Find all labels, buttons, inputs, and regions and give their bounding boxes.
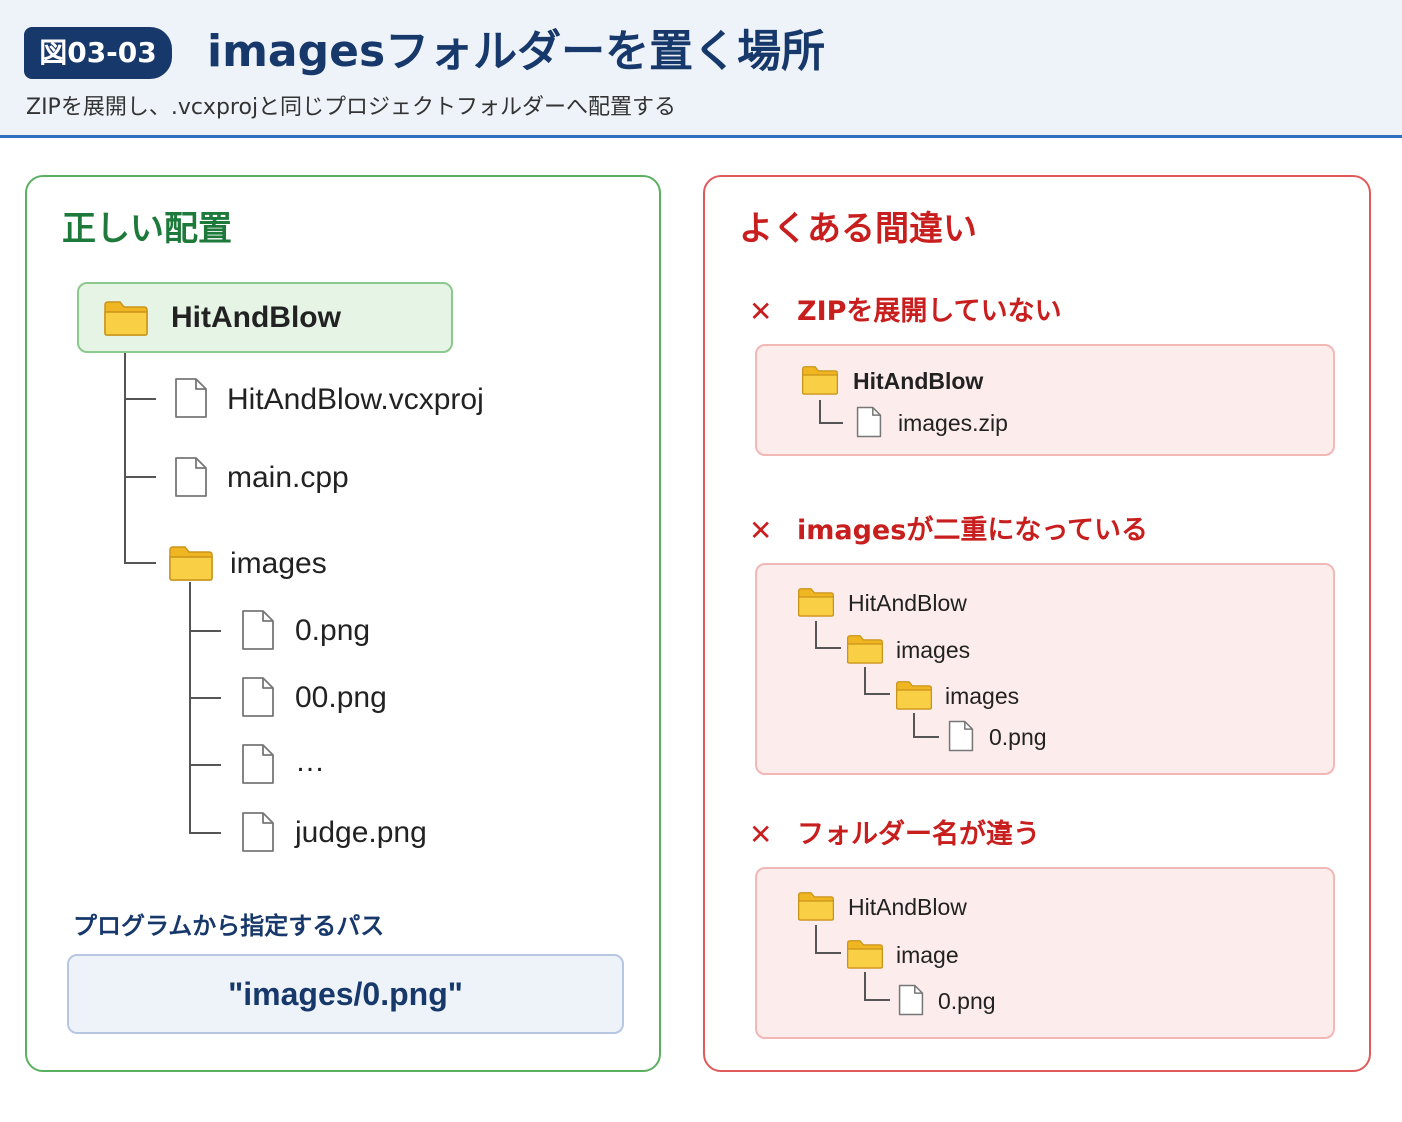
file-icon <box>948 720 974 752</box>
folder-icon <box>104 301 148 336</box>
file-icon <box>242 610 274 650</box>
file-icon <box>898 984 924 1016</box>
tree-elbow-line <box>864 999 890 1001</box>
mistake-case-title: imagesが二重になっている <box>797 515 1148 546</box>
folder-icon <box>847 635 883 664</box>
tree-elbow-line <box>913 736 939 738</box>
case-file-name: 0.png <box>989 724 1047 750</box>
folder-icon <box>802 366 838 395</box>
tree-subtrunk-line <box>189 582 191 834</box>
case-file-name: 0.png <box>938 988 996 1014</box>
folder-icon <box>798 588 834 617</box>
file-name-vcxproj: HitAndBlow.vcxproj <box>227 383 484 416</box>
image-file-name: 00.png <box>295 681 387 714</box>
tree-branch-line <box>189 764 221 766</box>
tree-branch-line <box>189 697 221 699</box>
image-file-ellipsis: … <box>295 745 325 778</box>
figure-subtitle: ZIPを展開し、.vcxprojと同じプロジェクトフォルダーへ配置する <box>26 95 677 120</box>
mistake-case-box: HitAndBlow images.zip <box>755 344 1335 456</box>
mistake-case-title: フォルダー名が違う <box>797 819 1040 850</box>
tree-elbow-line <box>864 972 866 1000</box>
case-root-folder-name: HitAndBlow <box>848 894 967 920</box>
correct-placement-title: 正しい配置 <box>62 209 232 249</box>
tree-elbow-line <box>815 621 817 648</box>
mistake-case-box: HitAndBlow images images 0.png <box>755 563 1335 775</box>
file-icon <box>242 677 274 717</box>
tree-elbow-line <box>815 647 841 649</box>
file-icon <box>242 744 274 784</box>
path-label: プログラムから指定するパス <box>73 912 385 940</box>
tree-elbow-line <box>864 667 866 694</box>
case-folder-name: image <box>896 942 959 968</box>
case-folder-name: images <box>896 637 971 663</box>
correct-placement-panel: 正しい配置 HitAndBlow HitAndBlow.vcxproj main… <box>25 175 661 1072</box>
folder-icon <box>847 940 883 969</box>
file-icon <box>242 812 274 852</box>
folder-icon <box>169 546 213 581</box>
tree-branch-line <box>124 476 156 478</box>
case-file-name: images.zip <box>898 410 1008 436</box>
file-icon <box>175 457 207 497</box>
file-name-main-cpp: main.cpp <box>227 461 349 494</box>
figure-header: 図03-03 imagesフォルダーを置く場所 ZIPを展開し、.vcxproj… <box>0 0 1402 138</box>
root-folder-box: HitAndBlow <box>77 282 453 353</box>
case-root-folder-name: HitAndBlow <box>848 590 967 616</box>
file-icon <box>856 406 882 438</box>
mistake-case-title: ZIPを展開していない <box>797 296 1062 327</box>
common-mistakes-title: よくある間違い <box>739 209 977 249</box>
image-file-name: judge.png <box>295 816 427 849</box>
tree-elbow-line <box>819 422 843 424</box>
tree-elbow-line <box>815 925 817 953</box>
tree-branch-line <box>189 832 221 834</box>
case-root-folder-name: HitAndBlow <box>853 368 984 394</box>
cross-icon: ✕ <box>749 514 773 547</box>
cross-icon: ✕ <box>749 818 773 851</box>
tree-elbow-line <box>913 713 915 737</box>
cross-icon: ✕ <box>749 295 773 328</box>
image-file-name: 0.png <box>295 614 371 647</box>
tree-elbow-line <box>819 400 821 423</box>
tree-branch-line <box>124 398 156 400</box>
figure-number-badge: 図03-03 <box>24 27 172 79</box>
root-folder-name: HitAndBlow <box>171 301 341 334</box>
path-value-box: "images/0.png" <box>67 954 624 1034</box>
case-nested-folder-name: images <box>945 683 1020 709</box>
images-folder-name: images <box>230 547 327 580</box>
tree-elbow-line <box>815 952 841 954</box>
figure-title: imagesフォルダーを置く場所 <box>207 26 826 77</box>
tree-elbow-line <box>864 693 890 695</box>
mistake-case-box: HitAndBlow image 0.png <box>755 867 1335 1039</box>
tree-trunk-line <box>124 353 126 564</box>
common-mistakes-panel: よくある間違い ✕ ZIPを展開していない HitAndBlow images.… <box>703 175 1371 1072</box>
folder-icon <box>896 681 932 710</box>
folder-icon <box>798 892 834 921</box>
tree-branch-line <box>189 630 221 632</box>
file-icon <box>175 378 207 418</box>
tree-branch-line <box>124 562 156 564</box>
